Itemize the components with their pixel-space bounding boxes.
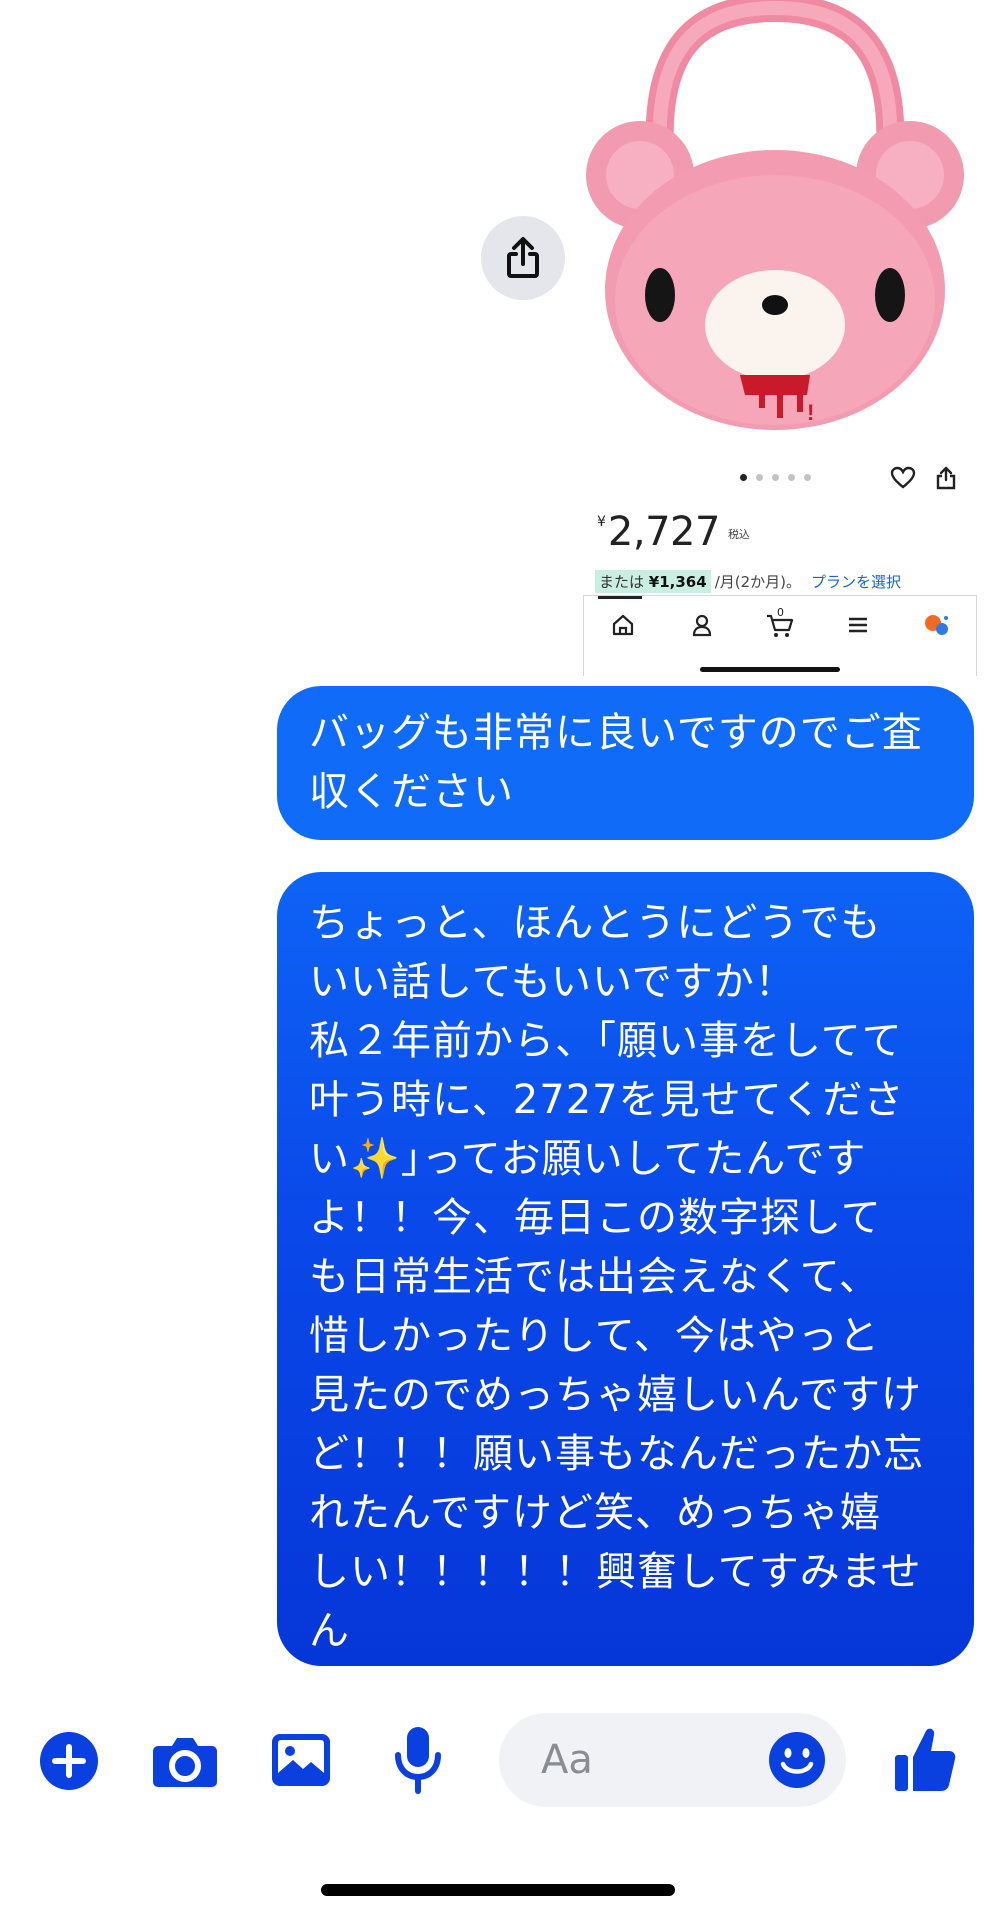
message-text: バッグも非常に良いですのでご査 収ください bbox=[309, 710, 923, 815]
shared-image-message[interactable]: ! ¥ 2,727 税込 または ¥1,364 /月(2か月)。 プランを選択 bbox=[575, 0, 977, 680]
svg-text:!: ! bbox=[807, 400, 814, 425]
like-button[interactable] bbox=[892, 1724, 958, 1794]
camera-button[interactable] bbox=[152, 1732, 218, 1790]
camera-icon bbox=[153, 1738, 217, 1787]
share-icon bbox=[507, 237, 539, 278]
heart-icon bbox=[890, 466, 916, 489]
shop-home-indicator bbox=[700, 667, 840, 672]
assistant-icon bbox=[922, 610, 952, 640]
share-button[interactable] bbox=[481, 216, 565, 300]
message-bubble-outgoing[interactable]: ちょっと、ほんとうにどうでも いい話してもいいですか！ 私２年前から、｢願い事を… bbox=[277, 872, 974, 1713]
add-button[interactable] bbox=[38, 1730, 100, 1792]
gallery-button[interactable] bbox=[270, 1732, 332, 1788]
shop-bottom-nav: 0 bbox=[583, 595, 977, 676]
microphone-icon bbox=[395, 1727, 441, 1794]
share-icon bbox=[936, 466, 956, 490]
emoji-button[interactable] bbox=[767, 1730, 827, 1790]
home-icon bbox=[608, 610, 638, 640]
installment-plan: または ¥1,364 /月(2か月)。 プランを選択 bbox=[595, 570, 901, 593]
plan-select-link: プランを選択 bbox=[811, 573, 902, 591]
voice-button[interactable] bbox=[392, 1724, 444, 1796]
price: ¥ 2,727 税込 bbox=[597, 509, 750, 555]
cart-count-badge: 0 bbox=[776, 606, 784, 619]
user-icon bbox=[687, 610, 717, 640]
image-icon bbox=[272, 1734, 330, 1786]
thumbs-up-icon bbox=[895, 1728, 956, 1791]
message-input[interactable]: Aa bbox=[499, 1713, 846, 1807]
menu-icon bbox=[843, 610, 873, 640]
message-bubble-outgoing[interactable]: バッグも非常に良いですのでご査 収ください bbox=[277, 686, 974, 840]
message-composer: Aa bbox=[0, 1700, 986, 1820]
smiley-icon bbox=[769, 1732, 825, 1788]
cart-icon: 0 bbox=[765, 606, 795, 640]
messenger-chat-screen: ! ¥ 2,727 税込 または ¥1,364 /月(2か月)。 プランを選択 bbox=[0, 0, 986, 1920]
plus-circle-icon bbox=[40, 1732, 98, 1790]
home-indicator bbox=[321, 1884, 675, 1896]
message-text: ちょっと、ほんとうにどうでも いい話してもいいですか！ 私２年前から、｢願い事を… bbox=[309, 900, 924, 1713]
carousel-dots bbox=[740, 474, 811, 481]
product-photo-bear-bag: ! bbox=[575, 0, 975, 450]
message-input-placeholder: Aa bbox=[541, 1737, 593, 1783]
